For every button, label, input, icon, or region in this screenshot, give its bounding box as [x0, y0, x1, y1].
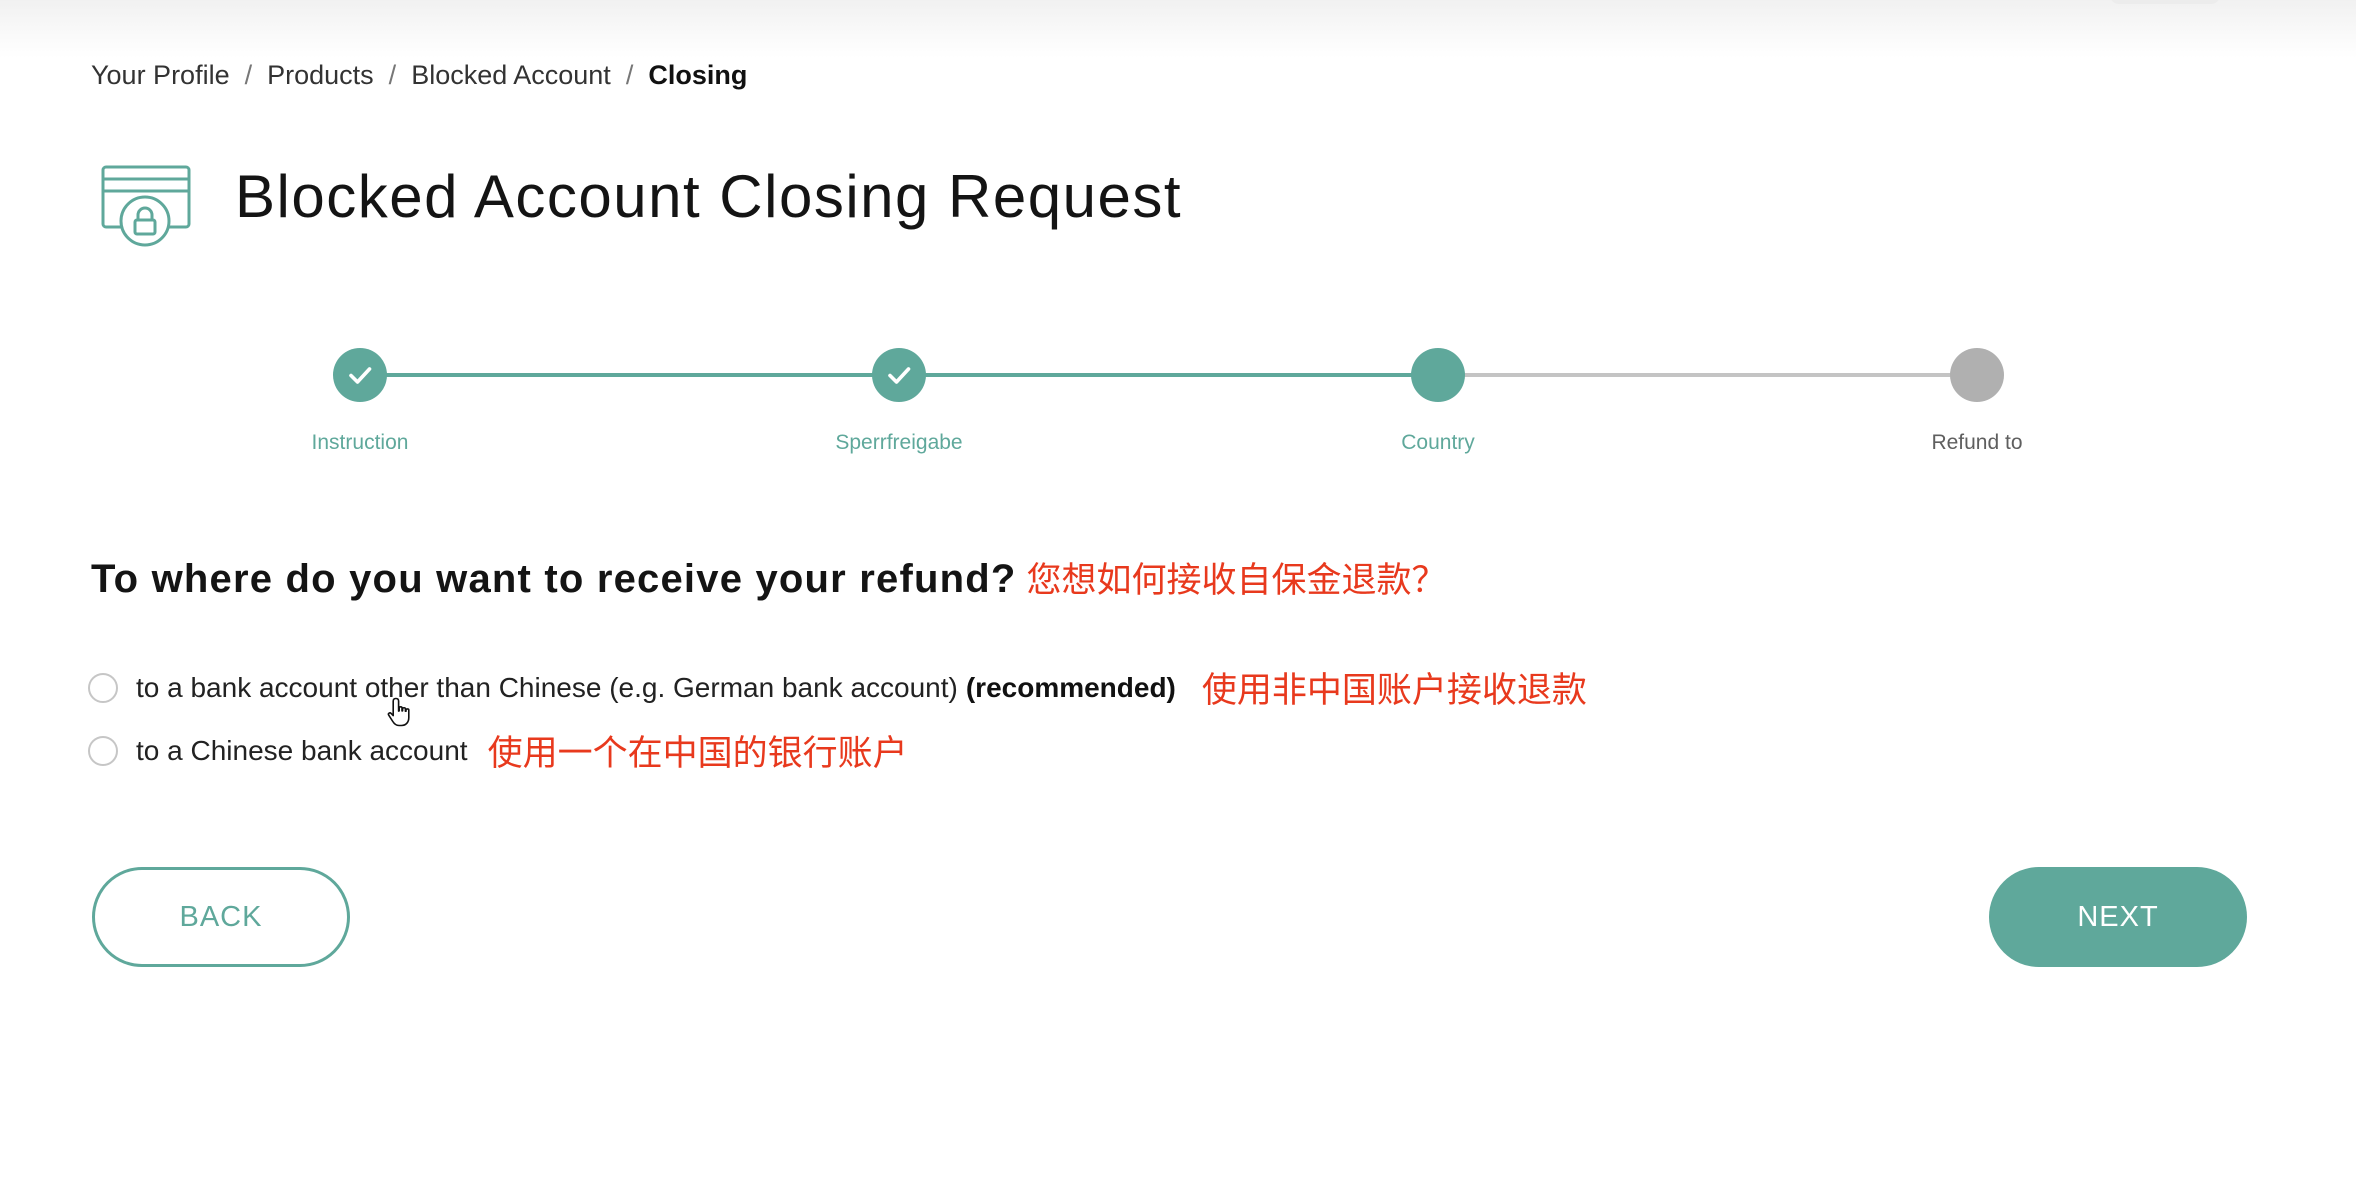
check-icon — [888, 367, 911, 384]
back-button[interactable]: BACK — [92, 867, 350, 967]
radio-button[interactable] — [88, 672, 118, 703]
page: Your Profile / Products / Blocked Accoun… — [0, 0, 2356, 1198]
check-icon — [349, 367, 372, 384]
step-connector — [360, 373, 899, 377]
step-node-sperrfreigabe[interactable] — [872, 348, 926, 402]
refund-question: To where do you want to receive your ref… — [91, 552, 1447, 603]
next-button[interactable]: NEXT — [1989, 867, 2247, 967]
step-connector — [899, 373, 1438, 377]
radio-button[interactable] — [88, 735, 118, 766]
option-annotation: 使用一个在中国的银行账户 — [487, 734, 908, 774]
progress-stepper: Instruction Sperrfreigabe Country Refund… — [0, 0, 2356, 480]
step-node-refund-to — [1950, 348, 2004, 402]
refund-option-non-chinese[interactable]: to a bank account other than Chinese (e.… — [88, 662, 1587, 713]
step-node-country — [1411, 348, 1465, 402]
step-label-sperrfreigabe: Sperrfreigabe — [835, 431, 963, 454]
option-label[interactable]: to a bank account other than Chinese (e.… — [136, 672, 958, 704]
step-connector — [1438, 373, 1977, 377]
option-recommended-label[interactable]: (recommended) — [966, 672, 1176, 704]
option-label[interactable]: to a Chinese bank account — [136, 735, 468, 767]
step-label-country: Country — [1401, 431, 1475, 454]
refund-option-chinese[interactable]: to a Chinese bank account 使用一个在中国的银行账户 — [88, 725, 908, 776]
step-label-instruction: Instruction — [311, 431, 409, 454]
question-text: To where do you want to receive your ref… — [91, 557, 1017, 601]
step-label-refund-to: Refund to — [1931, 431, 2023, 454]
option-annotation: 使用非中国账户接收退款 — [1201, 671, 1587, 711]
question-annotation: 您想如何接收自保金退款？ — [1026, 561, 1447, 601]
hand-pointer-cursor-icon — [386, 696, 416, 730]
step-node-instruction[interactable] — [333, 348, 387, 402]
